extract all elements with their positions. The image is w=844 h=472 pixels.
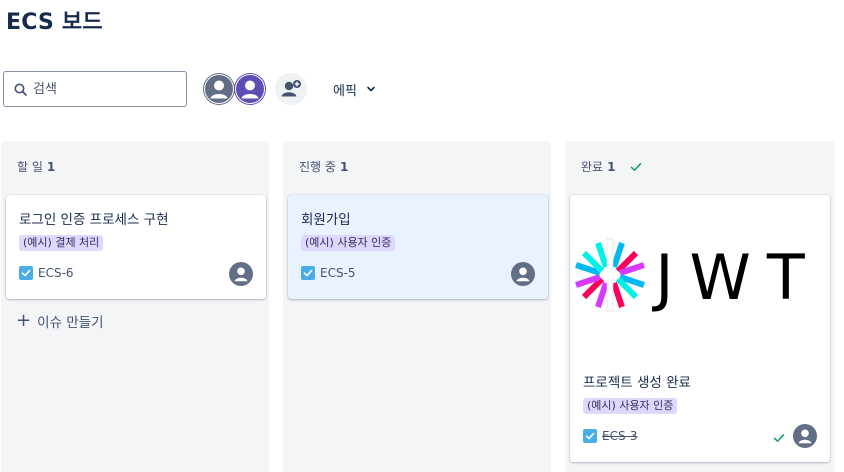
- column-name: 진행 중: [299, 160, 336, 174]
- assignee-avatar[interactable]: [793, 424, 817, 448]
- board-column-in-progress: 진행 중 1 회원가입 (예시) 사용자 인증 ECS-5: [283, 141, 551, 472]
- issue-key-label: ECS-3: [602, 429, 638, 443]
- issue-card[interactable]: JWT 프로젝트 생성 완료 (예시) 사용자 인증 ECS-3: [570, 195, 830, 462]
- column-name: 완료: [581, 160, 604, 174]
- epic-lozenge: (예시) 결제 처리: [19, 235, 104, 251]
- checkbox-icon: [301, 266, 315, 280]
- column-header: 진행 중 1: [299, 158, 348, 175]
- avatar[interactable]: [234, 73, 266, 105]
- issue-card[interactable]: 로그인 인증 프로세스 구현 (예시) 결제 처리 ECS-6: [6, 195, 266, 299]
- check-icon: [773, 434, 785, 442]
- create-issue-button[interactable]: + 이슈 만들기: [16, 310, 104, 332]
- person-icon: [229, 262, 253, 286]
- add-person-icon: [281, 80, 301, 97]
- column-header: 완료 1: [581, 158, 643, 175]
- issue-key[interactable]: ECS-5: [301, 266, 356, 280]
- column-header: 할 일 1: [17, 158, 55, 175]
- column-name: 할 일: [17, 160, 43, 174]
- column-count: 1: [339, 159, 349, 174]
- jwt-logo-text: JWT: [651, 241, 820, 314]
- issue-key[interactable]: ECS-3: [583, 429, 638, 443]
- issue-key-label: ECS-5: [320, 266, 356, 280]
- page-title: ECS 보드: [6, 10, 103, 35]
- epic-filter-dropdown[interactable]: 에픽: [325, 71, 385, 107]
- chevron-down-icon: [367, 86, 375, 92]
- board-column-todo: 할 일 1 로그인 인증 프로세스 구현 (예시) 결제 처리 ECS-6 + …: [1, 141, 269, 472]
- epic-lozenge: (예시) 사용자 인증: [301, 235, 396, 251]
- plus-icon: +: [16, 310, 32, 331]
- search-input[interactable]: [33, 79, 181, 99]
- issue-card[interactable]: 회원가입 (예시) 사용자 인증 ECS-5: [288, 195, 548, 299]
- issue-title: 로그인 인증 프로세스 구현: [19, 212, 169, 228]
- assignee-avatar[interactable]: [511, 262, 535, 286]
- person-icon: [234, 73, 266, 105]
- issue-title: 회원가입: [301, 212, 351, 228]
- search-box[interactable]: [3, 71, 187, 107]
- issue-key-label: ECS-6: [38, 266, 74, 280]
- person-icon: [793, 424, 817, 448]
- avatar[interactable]: [203, 73, 235, 105]
- card-cover-image: JWT: [570, 195, 832, 355]
- check-icon: [631, 162, 642, 171]
- checkbox-icon: [583, 429, 597, 443]
- column-count: 1: [46, 159, 56, 174]
- board-toolbar: 에픽: [3, 71, 423, 107]
- assignee-avatar[interactable]: [229, 262, 253, 286]
- checkbox-icon: [19, 266, 33, 280]
- board-column-done: 완료 1 JWT 프로젝트 생성 완료 (예시) 사용자 인증 ECS-3: [565, 141, 835, 472]
- person-icon: [203, 73, 235, 105]
- epic-filter-label: 에픽: [333, 83, 357, 99]
- issue-title: 프로젝트 생성 완료: [583, 375, 691, 391]
- issue-key[interactable]: ECS-6: [19, 266, 74, 280]
- add-people-button[interactable]: [275, 73, 307, 105]
- epic-lozenge: (예시) 사용자 인증: [583, 398, 678, 414]
- column-count: 1: [607, 159, 616, 174]
- create-issue-label: 이슈 만들기: [37, 315, 104, 331]
- search-icon: [14, 83, 27, 96]
- person-icon: [511, 262, 535, 286]
